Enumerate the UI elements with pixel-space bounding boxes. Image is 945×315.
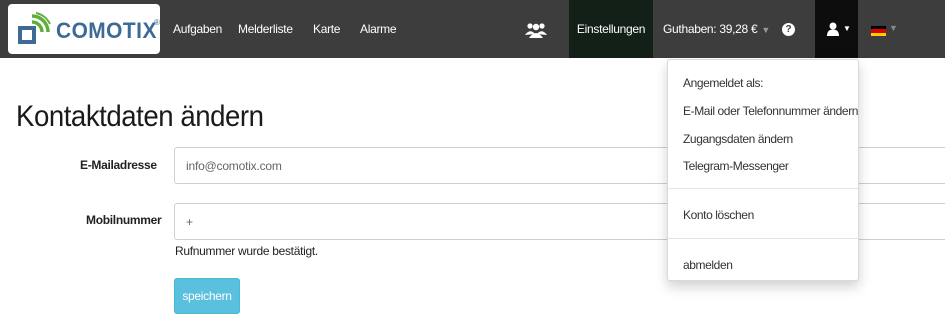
credit-balance-dropdown[interactable]: Guthaben: 39,28 € ▼ (663, 0, 770, 58)
mobile-verified-help-text: Rufnummer wurde bestätigt. (175, 244, 318, 258)
chevron-down-icon[interactable]: ▼ (889, 23, 898, 33)
credit-balance-label: Guthaben: 39,28 € (663, 22, 758, 36)
menu-item-delete-account[interactable]: Konto löschen (683, 208, 754, 222)
nav-link-melderliste[interactable]: Melderliste (238, 0, 293, 58)
menu-item-telegram-messenger[interactable]: Telegram-Messenger (683, 159, 789, 173)
users-icon[interactable] (524, 22, 548, 38)
mobile-label: Mobilnummer (86, 213, 162, 227)
user-icon (827, 22, 839, 36)
dropdown-header-logged-in-as: Angemeldet als: (683, 76, 764, 90)
top-navbar: COMOTIX ® Aufgaben Melderliste Karte Ala… (0, 0, 945, 58)
question-circle-icon[interactable]: ? (782, 23, 795, 36)
user-menu-toggle[interactable]: ▼ (815, 0, 858, 58)
nav-link-aufgaben[interactable]: Aufgaben (173, 0, 222, 58)
menu-item-logout[interactable]: abmelden (683, 258, 733, 272)
brand-name: COMOTIX (56, 18, 157, 43)
menu-item-change-credentials[interactable]: Zugangsdaten ändern (683, 132, 793, 146)
brand-logo[interactable]: COMOTIX ® (8, 4, 160, 54)
menu-divider (668, 188, 858, 189)
email-label: E-Mailadresse (80, 158, 157, 172)
chevron-down-icon: ▼ (761, 25, 770, 35)
menu-divider (668, 238, 858, 239)
german-flag-icon[interactable] (871, 26, 886, 36)
nav-link-alarme[interactable]: Alarme (360, 0, 397, 58)
chevron-down-icon: ▼ (843, 24, 851, 33)
page-title: Kontaktdaten ändern (16, 100, 264, 133)
registered-mark: ® (154, 18, 160, 27)
comotix-logo-icon (18, 12, 51, 44)
menu-item-change-email-phone[interactable]: E-Mail oder Telefonnummer ändern (683, 104, 858, 118)
save-button[interactable]: speichern (174, 278, 240, 314)
nav-link-karte[interactable]: Karte (313, 0, 340, 58)
user-dropdown-menu: Angemeldet als: E-Mail oder Telefonnumme… (667, 59, 859, 281)
nav-settings-button[interactable]: Einstellungen (569, 0, 653, 58)
